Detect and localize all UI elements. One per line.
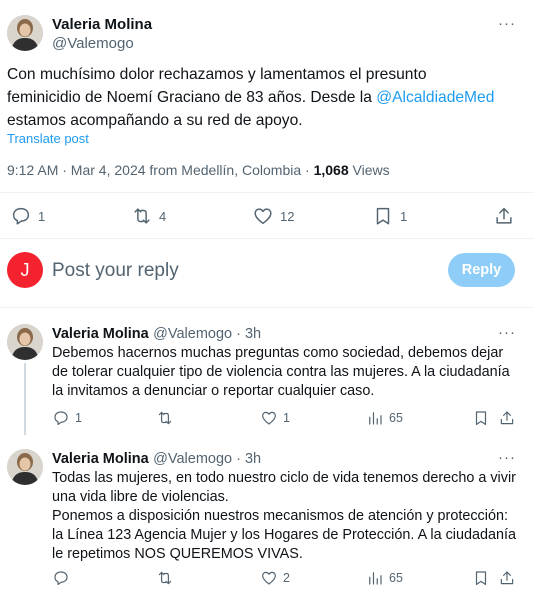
reply-input[interactable]: Post your reply	[52, 260, 179, 282]
author-name[interactable]: Valeria Molina	[52, 16, 152, 33]
repost-button[interactable]	[156, 569, 179, 587]
like-count: 12	[280, 208, 295, 224]
reply-header: Valeria Molina @Valemogo · 3h	[52, 450, 261, 468]
thread-line	[24, 363, 26, 435]
like-count: 2	[283, 571, 290, 585]
like-button[interactable]: 2	[260, 569, 290, 587]
reply-button[interactable]: 1	[52, 409, 82, 427]
divider	[0, 192, 534, 193]
tweet-text-part2: estamos acompañando a su red de apoyo.	[7, 112, 303, 129]
more-options-icon[interactable]: ···	[498, 15, 516, 32]
author-avatar[interactable]	[7, 15, 43, 51]
like-button[interactable]: 1	[260, 409, 290, 427]
reply-avatar[interactable]	[7, 324, 43, 360]
reply-avatar[interactable]	[7, 449, 43, 485]
views-label: Views	[348, 162, 390, 178]
reply-text: Todas las mujeres, en todo nuestro ciclo…	[52, 470, 516, 562]
reply-header: Valeria Molina @Valemogo · 3h	[52, 325, 261, 343]
bookmark-icon	[475, 411, 487, 425]
bookmark-count: 1	[400, 208, 408, 224]
like-count: 1	[283, 411, 290, 425]
analytics-icon	[369, 572, 382, 585]
repost-icon	[134, 208, 150, 224]
repost-button[interactable]: 4	[131, 205, 166, 227]
reply-icon	[12, 207, 30, 225]
reply-author-name[interactable]: Valeria Molina	[52, 326, 149, 342]
reply-submit-button[interactable]: Reply	[448, 253, 515, 287]
heart-icon	[262, 571, 276, 585]
reply-author-name[interactable]: Valeria Molina	[52, 451, 149, 467]
tweet-timestamp[interactable]: 9:12 AM · Mar 4, 2024 from Medellín, Col…	[7, 162, 314, 178]
reply-button[interactable]: 1	[10, 205, 45, 227]
more-options-icon[interactable]: ···	[498, 449, 516, 466]
bookmark-button[interactable]	[472, 409, 490, 427]
reply-count: 1	[75, 411, 82, 425]
views-count: 65	[389, 571, 403, 585]
author-handle[interactable]: @Valemogo	[52, 35, 134, 52]
repost-icon	[158, 571, 172, 585]
divider	[0, 238, 534, 239]
bookmark-button[interactable]	[472, 569, 490, 587]
share-icon	[500, 411, 514, 425]
share-icon	[500, 571, 514, 585]
reply-count: 1	[38, 208, 46, 224]
heart-icon	[262, 411, 276, 425]
repost-count: 4	[159, 208, 167, 224]
bookmark-icon	[475, 571, 487, 585]
views-button[interactable]: 65	[366, 409, 403, 427]
tweet-meta: 9:12 AM · Mar 4, 2024 from Medellín, Col…	[7, 162, 390, 178]
bookmark-button[interactable]: 1	[372, 205, 407, 227]
share-icon	[496, 207, 512, 224]
reply-icon	[54, 571, 68, 585]
views-count: 65	[389, 411, 403, 425]
analytics-icon	[369, 412, 382, 425]
views-count: 1,068	[313, 162, 349, 178]
share-button[interactable]	[498, 569, 516, 587]
reply-icon	[54, 411, 68, 425]
user-avatar[interactable]: J	[7, 252, 43, 288]
share-button[interactable]	[493, 205, 515, 227]
like-button[interactable]: 12	[252, 205, 294, 227]
reply-text: Debemos hacernos muchas preguntas como s…	[52, 345, 510, 399]
bookmark-icon	[376, 207, 390, 225]
reply-author-handle[interactable]: @Valemogo · 3h	[153, 326, 261, 342]
mention-link[interactable]: @AlcaldiadeMed	[376, 89, 494, 106]
tweet-text-part1: Con muchísimo dolor rechazamos y lamenta…	[7, 66, 427, 106]
heart-icon	[254, 208, 272, 225]
more-options-icon[interactable]: ···	[498, 324, 516, 341]
tweet-text: Con muchísimo dolor rechazamos y lamenta…	[7, 63, 497, 132]
reply-author-handle[interactable]: @Valemogo · 3h	[153, 451, 261, 467]
repost-button[interactable]	[156, 409, 179, 427]
reply-button[interactable]	[52, 569, 75, 587]
divider	[0, 307, 534, 308]
views-button[interactable]: 65	[366, 569, 403, 587]
repost-icon	[158, 411, 172, 425]
share-button[interactable]	[498, 409, 516, 427]
translate-link[interactable]: Translate post	[7, 131, 89, 146]
